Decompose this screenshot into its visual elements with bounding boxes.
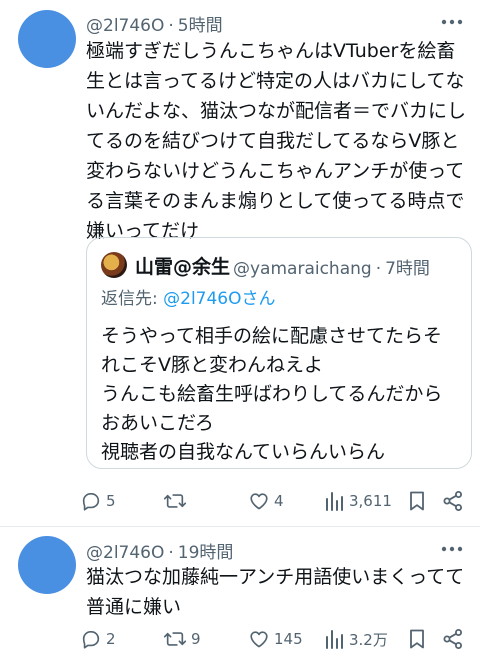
- bookmark-icon: [410, 491, 424, 511]
- views-icon: [326, 492, 343, 511]
- separator-dot: ·: [375, 259, 382, 279]
- share-button[interactable]: [442, 626, 468, 652]
- tweet-header: @2l746O · 5時間: [86, 11, 223, 36]
- retweet-button[interactable]: 9: [163, 626, 201, 652]
- user-handle[interactable]: @2l746O: [86, 16, 164, 36]
- timestamp[interactable]: 5時間: [178, 16, 223, 36]
- quote-display-name: 山雷@余生: [135, 256, 231, 278]
- share-button[interactable]: [442, 488, 468, 514]
- tweet[interactable]: @2l746O · 5時間 極端すぎだしうんこちゃんはVTuberを絵畜生とは言って…: [0, 0, 480, 524]
- quote-timestamp: 7時間: [385, 259, 430, 279]
- reply-count: 5: [106, 492, 116, 510]
- retweet-count: 9: [191, 630, 201, 648]
- action-bar: 5 4 3,611: [80, 488, 470, 514]
- share-icon: [443, 491, 462, 511]
- bookmark-button[interactable]: [407, 626, 431, 652]
- views-count: 3,611: [349, 492, 392, 510]
- retweet-icon: [163, 632, 187, 646]
- quote-reply-context: 返信先: @2l746Oさん: [101, 284, 276, 309]
- avatar[interactable]: [18, 536, 76, 594]
- more-icon: [441, 19, 463, 25]
- views-button[interactable]: 3,611: [325, 488, 392, 514]
- avatar[interactable]: [18, 10, 76, 68]
- more-button[interactable]: [438, 12, 466, 32]
- reply-button[interactable]: 2: [80, 626, 116, 652]
- bookmark-button[interactable]: [407, 488, 431, 514]
- quote-text: そうやって相手の絵に配慮させてたらそれこそV豚と変わんねえよ うんこも絵畜生呼ば…: [101, 325, 443, 463]
- retweet-icon: [163, 494, 187, 508]
- reply-to-link: @2l746Oさん: [163, 289, 276, 309]
- like-icon: [250, 493, 268, 510]
- timestamp[interactable]: 19時間: [178, 543, 234, 563]
- like-count: 4: [274, 492, 284, 510]
- views-icon: [326, 630, 343, 649]
- bookmark-icon: [410, 629, 424, 649]
- like-button[interactable]: 145: [248, 626, 303, 652]
- quoted-tweet[interactable]: 山雷@余生 @yamaraichang · 7時間 返信先: @2l746Oさん そ…: [86, 237, 472, 469]
- tweet-text: 極端すぎだしうんこちゃんはVTuberを絵畜生とは言ってるけど特定の人はバカにし…: [86, 40, 467, 242]
- like-button[interactable]: 4: [248, 488, 284, 514]
- tweet-header: @2l746O · 19時間: [86, 538, 233, 563]
- separator-dot: ·: [168, 16, 174, 36]
- views-count: 3.2万: [349, 630, 388, 649]
- reply-icon: [82, 493, 100, 511]
- reply-prefix: 返信先:: [101, 289, 164, 309]
- reply-icon: [82, 631, 100, 649]
- retweet-button[interactable]: [163, 488, 191, 514]
- share-icon: [443, 629, 462, 649]
- reply-count: 2: [106, 630, 116, 648]
- tweet[interactable]: @2l746O · 19時間 猫汰つな加藤純一アンチ用語使いまくってて普通に嫌い 2…: [0, 528, 480, 670]
- user-handle[interactable]: @2l746O: [86, 543, 164, 563]
- like-count: 145: [274, 630, 303, 648]
- quote-handle-time: @yamaraichang · 7時間: [233, 254, 430, 279]
- views-button[interactable]: 3.2万: [325, 626, 388, 652]
- tweet-divider: [0, 526, 480, 527]
- action-bar: 2 9 145 3.2万: [80, 626, 470, 652]
- more-button[interactable]: [438, 539, 466, 559]
- separator-dot: ·: [168, 543, 174, 563]
- tweet-text: 猫汰つな加藤純一アンチ用語使いまくってて普通に嫌い: [86, 566, 465, 618]
- reply-button[interactable]: 5: [80, 488, 116, 514]
- quote-handle: @yamaraichang: [233, 259, 372, 279]
- quote-avatar: [101, 252, 127, 278]
- like-icon: [250, 631, 268, 648]
- more-icon: [441, 546, 463, 552]
